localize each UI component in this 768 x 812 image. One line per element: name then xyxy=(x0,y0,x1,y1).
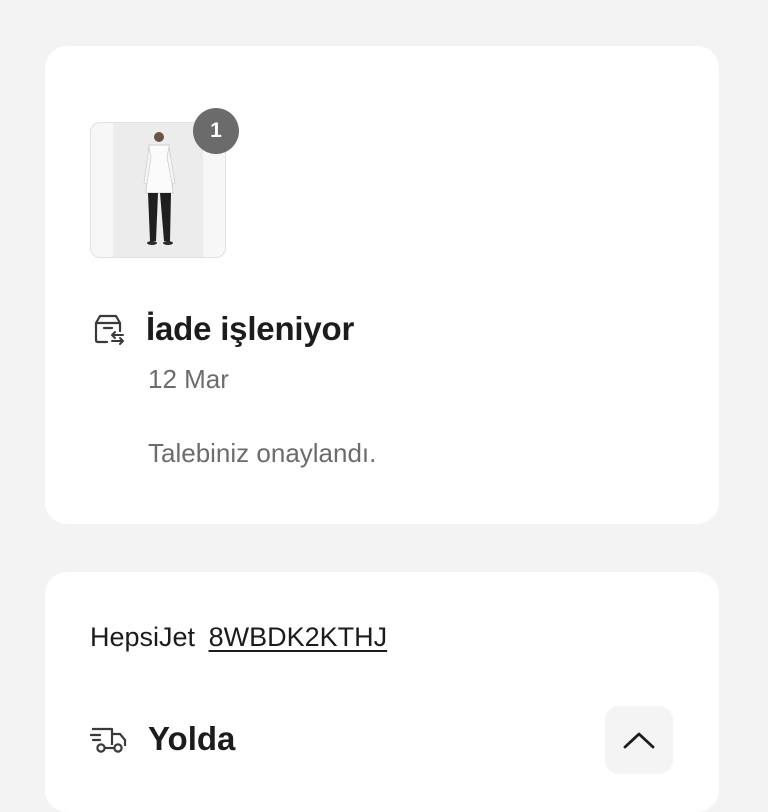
return-status-title: İade işleniyor xyxy=(146,310,355,347)
shipment-status-row: Yolda xyxy=(90,720,235,758)
shipment-card: HepsiJet 8WBDK2KTHJ Yolda xyxy=(45,572,719,812)
truck-icon xyxy=(90,727,127,753)
shipment-status-title: Yolda xyxy=(148,720,236,757)
return-card: 1 İade işleniyor 12 Mar Talebiniz onayla… xyxy=(45,46,719,524)
carrier-name: HepsiJet xyxy=(90,622,196,652)
return-status-note: Talebiniz onaylandı. xyxy=(148,438,377,468)
return-status-date: 12 Mar xyxy=(148,364,229,394)
return-status-row: İade işleniyor xyxy=(90,310,354,348)
tracking-code-link[interactable]: 8WBDK2KTHJ xyxy=(209,622,388,652)
tracking-info: HepsiJet 8WBDK2KTHJ xyxy=(90,622,387,653)
product-thumbnail[interactable]: 1 xyxy=(90,108,239,258)
box-return-icon xyxy=(94,314,124,345)
chevron-up-icon xyxy=(623,732,655,749)
collapse-toggle-button[interactable] xyxy=(605,706,673,774)
quantity-badge: 1 xyxy=(193,108,239,154)
